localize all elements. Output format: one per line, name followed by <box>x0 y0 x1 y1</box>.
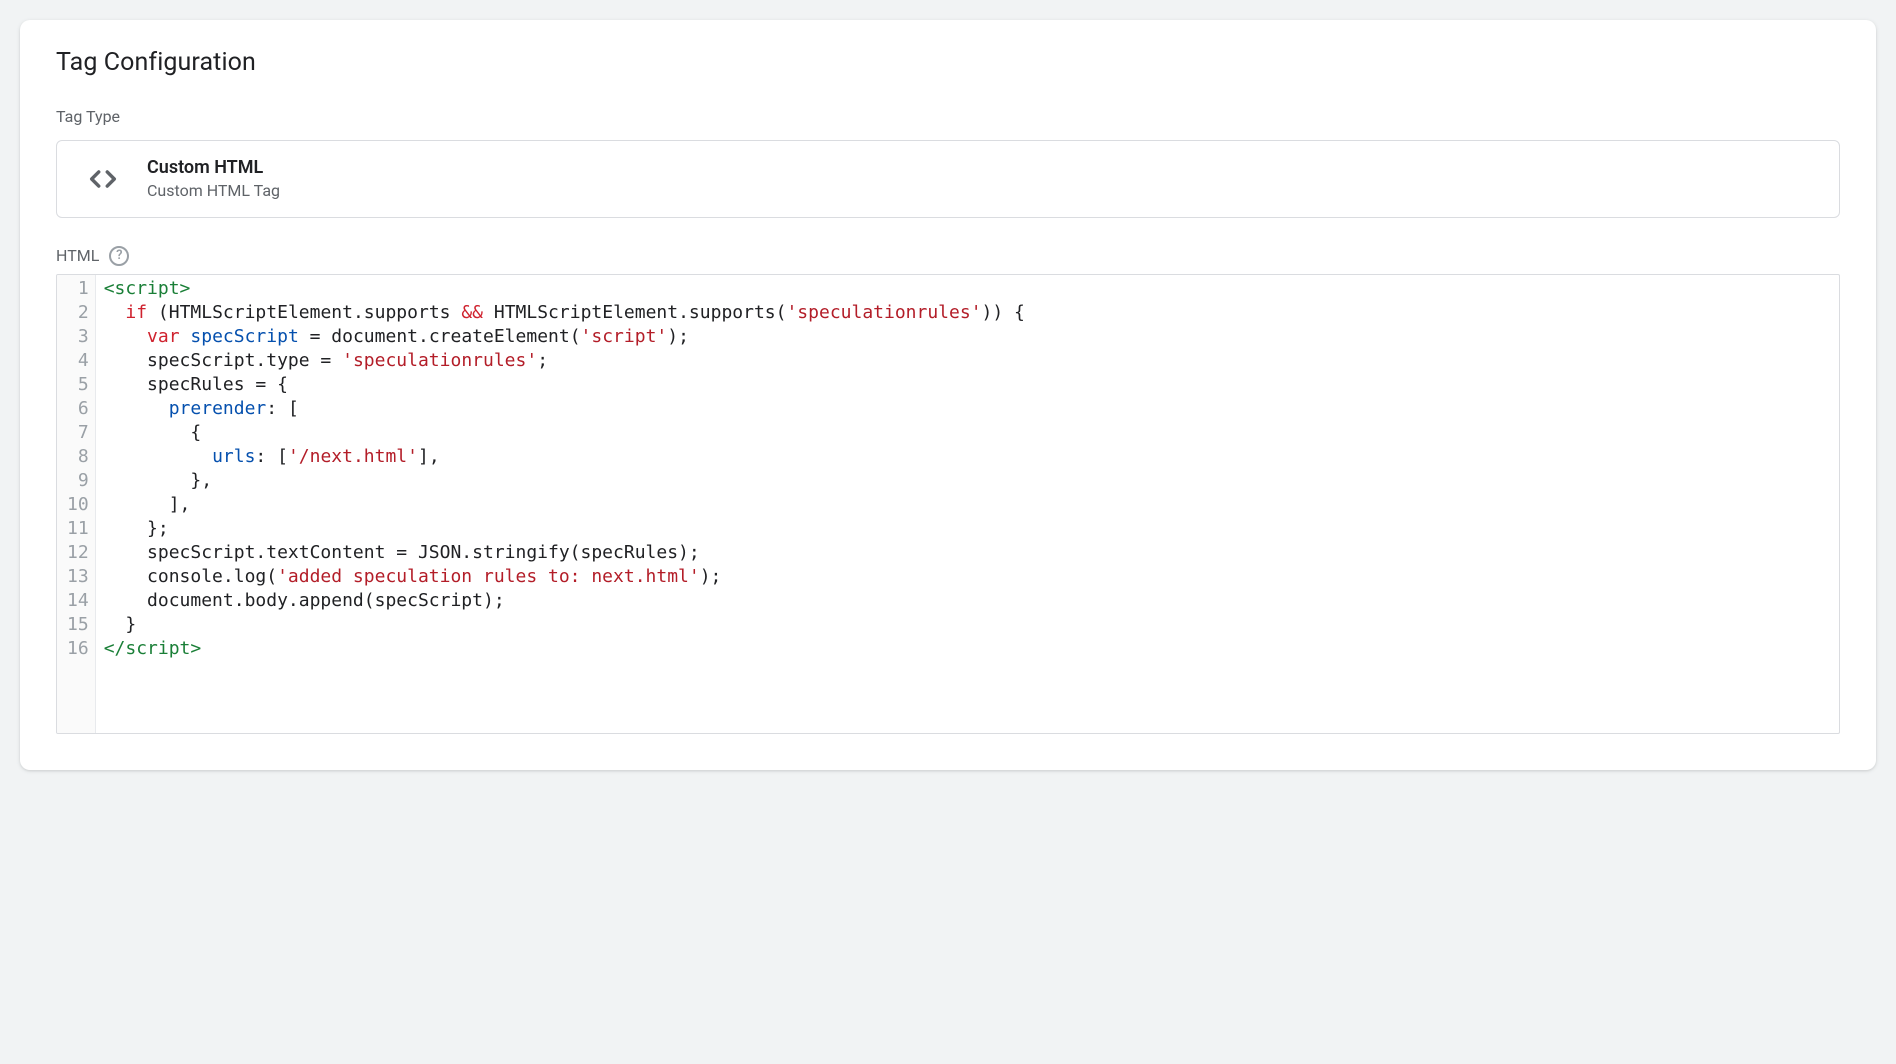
code-brackets-icon <box>85 161 121 197</box>
line-number: 10 <box>67 493 89 517</box>
tag-type-subtitle: Custom HTML Tag <box>147 180 280 202</box>
help-icon[interactable]: ? <box>109 246 129 266</box>
line-number: 16 <box>67 637 89 661</box>
html-code-editor[interactable]: 1 2 3 4 5 6 7 8 910111213141516 <script>… <box>56 274 1840 734</box>
tag-type-text: Custom HTML Custom HTML Tag <box>147 155 280 203</box>
code-line: specRules = { <box>104 373 1831 397</box>
line-number: 8 <box>67 445 89 469</box>
line-number: 2 <box>67 301 89 325</box>
card-title: Tag Configuration <box>56 48 1840 77</box>
line-number: 1 <box>67 277 89 301</box>
code-area[interactable]: <script> if (HTMLScriptElement.supports … <box>96 275 1839 733</box>
code-line: ], <box>104 493 1831 517</box>
tag-type-label: Tag Type <box>56 107 1840 126</box>
code-line: <script> <box>104 277 1831 301</box>
code-line: }, <box>104 469 1831 493</box>
line-number: 5 <box>67 373 89 397</box>
line-number: 9 <box>67 469 89 493</box>
tag-type-selector[interactable]: Custom HTML Custom HTML Tag <box>56 140 1840 218</box>
html-label: HTML <box>56 246 99 265</box>
code-line: prerender: [ <box>104 397 1831 421</box>
code-line: if (HTMLScriptElement.supports && HTMLSc… <box>104 301 1831 325</box>
code-line: }; <box>104 517 1831 541</box>
line-number: 14 <box>67 589 89 613</box>
code-line: </script> <box>104 637 1831 661</box>
code-line: urls: ['/next.html'], <box>104 445 1831 469</box>
line-number: 15 <box>67 613 89 637</box>
tag-configuration-card: Tag Configuration Tag Type Custom HTML C… <box>20 20 1876 770</box>
line-number: 13 <box>67 565 89 589</box>
code-line: console.log('added speculation rules to:… <box>104 565 1831 589</box>
code-line: var specScript = document.createElement(… <box>104 325 1831 349</box>
line-number: 6 <box>67 397 89 421</box>
code-line: document.body.append(specScript); <box>104 589 1831 613</box>
line-number: 11 <box>67 517 89 541</box>
html-label-row: HTML ? <box>56 246 1840 266</box>
line-number-gutter: 1 2 3 4 5 6 7 8 910111213141516 <box>57 275 96 733</box>
code-line: } <box>104 613 1831 637</box>
code-line: specScript.textContent = JSON.stringify(… <box>104 541 1831 565</box>
line-number: 7 <box>67 421 89 445</box>
line-number: 12 <box>67 541 89 565</box>
line-number: 4 <box>67 349 89 373</box>
code-line: specScript.type = 'speculationrules'; <box>104 349 1831 373</box>
code-line: { <box>104 421 1831 445</box>
line-number: 3 <box>67 325 89 349</box>
tag-type-title: Custom HTML <box>147 155 280 180</box>
